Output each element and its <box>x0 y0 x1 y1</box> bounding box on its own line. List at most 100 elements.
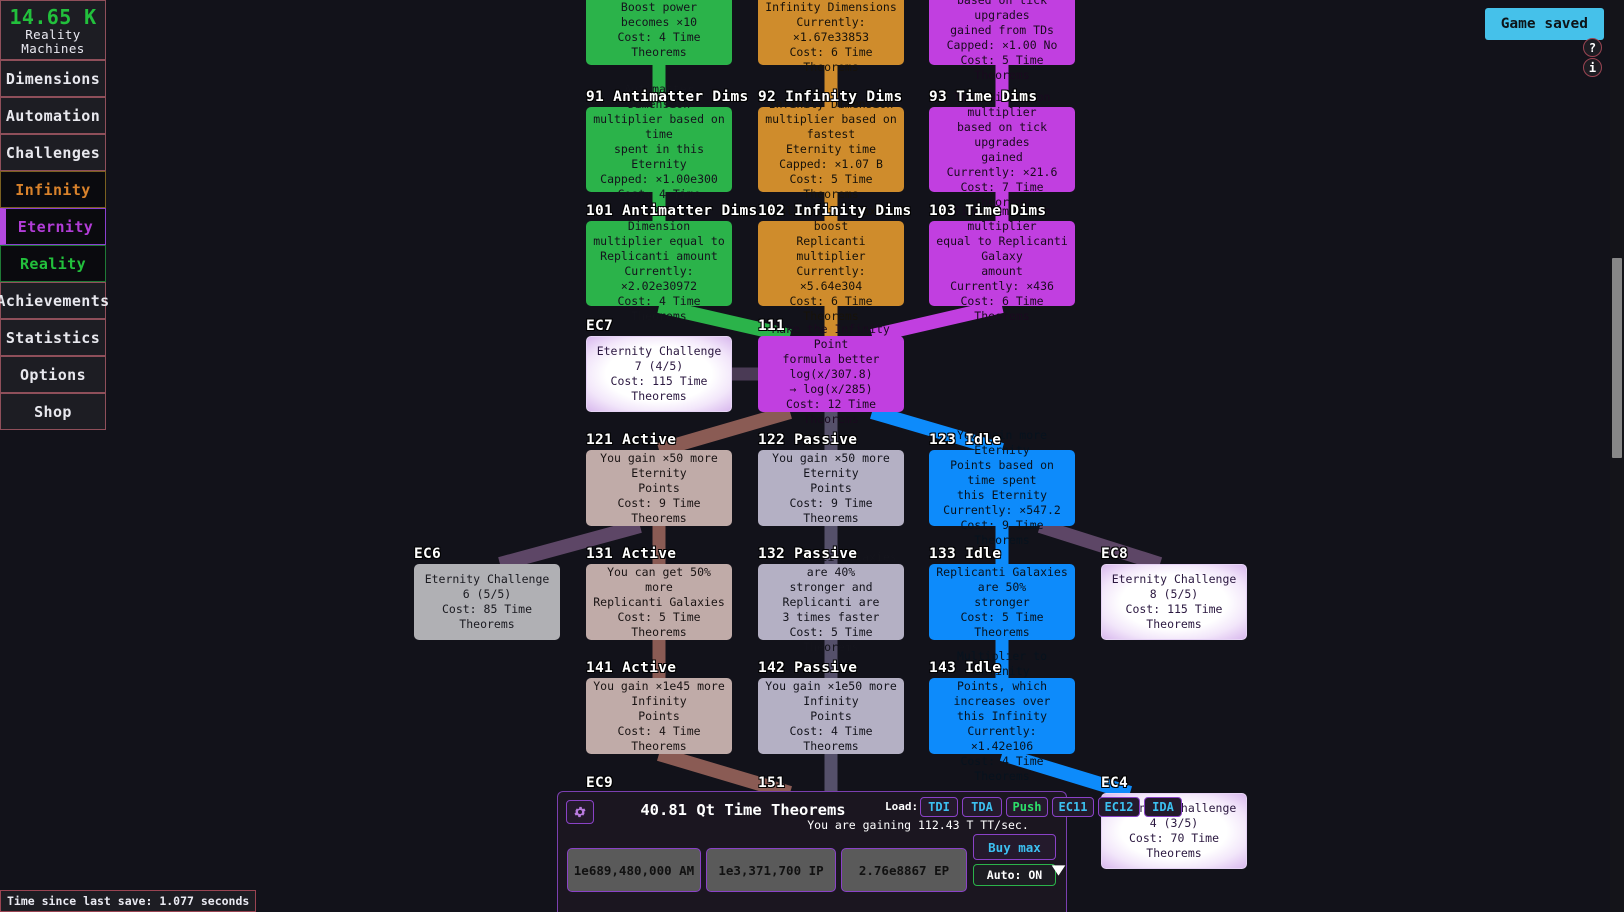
sidebar-item-reality[interactable]: Reality <box>0 245 106 282</box>
sidebar-item-options[interactable]: Options <box>0 356 106 393</box>
study-label-133: 133 Idle <box>929 546 1002 562</box>
study-node-143[interactable]: Multiplier to Infinity Points, which inc… <box>929 649 1075 783</box>
study-label-142: 142 Passive <box>758 660 858 676</box>
study-node-text: You gain ×50 more Eternity Points Cost: … <box>600 450 718 525</box>
sidebar-item-achievements[interactable]: Achievements <box>0 282 109 319</box>
reality-machines-label-line2: Machines <box>21 41 85 56</box>
study-node-text: Base Dimension Boost power becomes ×10 C… <box>617 0 701 59</box>
study-node-101[interactable]: Antimatter Dimension multiplier equal to… <box>586 204 732 323</box>
study-node-text: Antimatter Dimension multiplier equal to… <box>593 203 725 323</box>
study-node-142[interactable]: You gain ×1e50 more Infinity Points Cost… <box>758 678 904 754</box>
study-label-122: 122 Passive <box>758 432 858 448</box>
game-screen: Base Dimension Boost power becomes ×10 C… <box>0 0 1624 912</box>
study-label-132: 132 Passive <box>758 546 858 562</box>
study-label-143: 143 Idle <box>929 660 1002 676</box>
eternity-points-display[interactable]: 2.76e8867 EP <box>841 848 967 892</box>
study-node-93[interactable]: Time Dimension multiplier based on tick … <box>929 90 1075 209</box>
buy-max-button[interactable]: Buy max <box>973 834 1056 860</box>
study-node-131[interactable]: You can get 50% more Replicanti Galaxies… <box>586 564 732 640</box>
study-node-text: Time Dimension multiplier equal to Repli… <box>936 203 1068 323</box>
study-node-text: Time Dimension multiplier based on tick … <box>946 89 1058 209</box>
sidebar-item-eternity[interactable]: Eternity <box>0 208 106 245</box>
help-icon[interactable]: ? <box>1583 38 1602 57</box>
study-node-91[interactable]: Antimatter Dimension multiplier based on… <box>586 82 732 216</box>
scrollbar-thumb[interactable] <box>1612 258 1622 458</box>
load-preset-ec12[interactable]: EC12 <box>1098 797 1140 817</box>
study-node-102[interactable]: Replicanti Galaxies boost Replicanti mul… <box>758 204 904 323</box>
reality-machines-amount: 14.65 K <box>9 5 97 29</box>
study-node-103[interactable]: Time Dimension multiplier equal to Repli… <box>929 204 1075 323</box>
gear-icon[interactable] <box>566 800 594 824</box>
study-label-ec4: EC4 <box>1101 775 1129 791</box>
infinity-points-display[interactable]: 1e3,371,700 IP <box>706 848 836 892</box>
study-node-83[interactable]: Dimension Boost multiplier based on tick… <box>929 0 1075 82</box>
sidebar-item-statistics[interactable]: Statistics <box>0 319 106 356</box>
study-node-text: Replicanti Galaxies are 40% stronger and… <box>765 549 897 654</box>
time-theorems-amount: 40.81 Qt Time Theorems <box>640 801 846 819</box>
study-node-141[interactable]: You gain ×1e45 more Infinity Points Cost… <box>586 678 732 754</box>
study-node-text: Replicanti Galaxies are 50% stronger Cos… <box>936 564 1068 639</box>
sidebar-item-shop[interactable]: Shop <box>0 393 106 430</box>
chevron-down-icon[interactable] <box>1050 862 1067 879</box>
study-label-121: 121 Active <box>586 432 677 448</box>
study-node-ec8[interactable]: Eternity Challenge 8 (5/5) Cost: 115 Tim… <box>1101 564 1247 640</box>
study-label-131: 131 Active <box>586 546 677 562</box>
load-label: Load: <box>885 800 919 813</box>
study-label-141: 141 Active <box>586 660 677 676</box>
study-label-103: 103 Time Dims <box>929 203 1047 219</box>
study-node-122[interactable]: You gain ×50 more Eternity Points Cost: … <box>758 450 904 526</box>
study-label-111: 111 <box>758 318 786 334</box>
study-label-102: 102 Infinity Dims <box>758 203 912 219</box>
antimatter-display[interactable]: 1e689,480,000 AM <box>567 848 701 892</box>
study-node-82[interactable]: Dimension Boosts affect Infinity Dimensi… <box>758 0 904 74</box>
reality-machines-display: 14.65 K Reality Machines <box>0 0 106 60</box>
load-preset-tdi[interactable]: TDI <box>920 797 958 817</box>
sidebar-item-challenges[interactable]: Challenges <box>0 134 106 171</box>
sidebar-item-automation[interactable]: Automation <box>0 97 106 134</box>
study-node-text: Eternity Challenge 8 (5/5) Cost: 115 Tim… <box>1111 572 1237 631</box>
load-preset-push[interactable]: Push <box>1006 797 1048 817</box>
sidebar-item-dimensions[interactable]: Dimensions <box>0 60 106 97</box>
study-node-ec7[interactable]: Eternity Challenge 7 (4/5) Cost: 115 Tim… <box>586 336 732 412</box>
study-node-111[interactable]: Make the Infinity Point formula better l… <box>758 322 904 426</box>
study-node-121[interactable]: You gain ×50 more Eternity Points Cost: … <box>586 450 732 526</box>
study-node-133[interactable]: Replicanti Galaxies are 50% stronger Cos… <box>929 564 1075 640</box>
study-node-text: Eternity Challenge 7 (4/5) Cost: 115 Tim… <box>596 344 722 403</box>
study-node-92[interactable]: Infinity Dimension multiplier based on f… <box>758 97 904 201</box>
sidebar: 14.65 K Reality Machines Dimensions Auto… <box>0 0 109 430</box>
study-label-91: 91 Antimatter Dims <box>586 89 749 105</box>
study-node-132[interactable]: Replicanti Galaxies are 40% stronger and… <box>758 550 904 654</box>
study-node-text: You gain ×1e45 more Infinity Points Cost… <box>593 678 725 753</box>
study-node-text: You gain ×1e50 more Infinity Points Cost… <box>765 678 897 753</box>
study-node-text: Dimension Boost multiplier based on tick… <box>946 0 1058 82</box>
study-node-text: Make the Infinity Point formula better l… <box>772 321 890 426</box>
load-preset-ida[interactable]: IDA <box>1144 797 1182 817</box>
study-label-ec6: EC6 <box>414 546 442 562</box>
sidebar-item-infinity[interactable]: Infinity <box>0 171 106 208</box>
study-label-ec7: EC7 <box>586 318 614 334</box>
load-preset-tda[interactable]: TDA <box>962 797 1002 817</box>
game-saved-notification: Game saved <box>1484 8 1604 40</box>
panel-top-row: 40.81 Qt Time Theorems Load: TDI TDA Pus… <box>558 792 1182 834</box>
study-node-text: You gain ×50 more Eternity Points Cost: … <box>772 450 890 525</box>
study-node-123[interactable]: You gain more Eternity Points based on t… <box>929 428 1075 547</box>
study-node-text: Eternity Challenge 6 (5/5) Cost: 85 Time… <box>424 572 550 631</box>
study-node-ec6[interactable]: Eternity Challenge 6 (5/5) Cost: 85 Time… <box>414 564 560 640</box>
study-label-101: 101 Antimatter Dims <box>586 203 758 219</box>
study-node-text: You can get 50% more Replicanti Galaxies… <box>593 564 725 639</box>
study-label-ec8: EC8 <box>1101 546 1129 562</box>
info-icon[interactable]: i <box>1583 58 1602 77</box>
reality-machines-label-line1: Reality <box>25 27 81 42</box>
study-node-81[interactable]: Base Dimension Boost power becomes ×10 C… <box>586 0 732 65</box>
study-label-92: 92 Infinity Dims <box>758 89 903 105</box>
time-theorem-panel: 40.81 Qt Time Theorems Load: TDI TDA Pus… <box>557 791 1182 912</box>
study-node-text: Dimension Boosts affect Infinity Dimensi… <box>765 0 897 74</box>
study-node-text: Infinity Dimension multiplier based on f… <box>765 97 897 201</box>
save-timer: Time since last save: 1.077 seconds <box>0 890 257 912</box>
load-preset-ec11[interactable]: EC11 <box>1052 797 1094 817</box>
study-node-text: Replicanti Galaxies boost Replicanti mul… <box>765 203 897 323</box>
study-label-123: 123 Idle <box>929 432 1002 448</box>
study-label-151: 151 <box>758 775 786 791</box>
auto-buy-toggle[interactable]: Auto: ON <box>973 864 1056 886</box>
study-label-93: 93 Time Dims <box>929 89 1038 105</box>
